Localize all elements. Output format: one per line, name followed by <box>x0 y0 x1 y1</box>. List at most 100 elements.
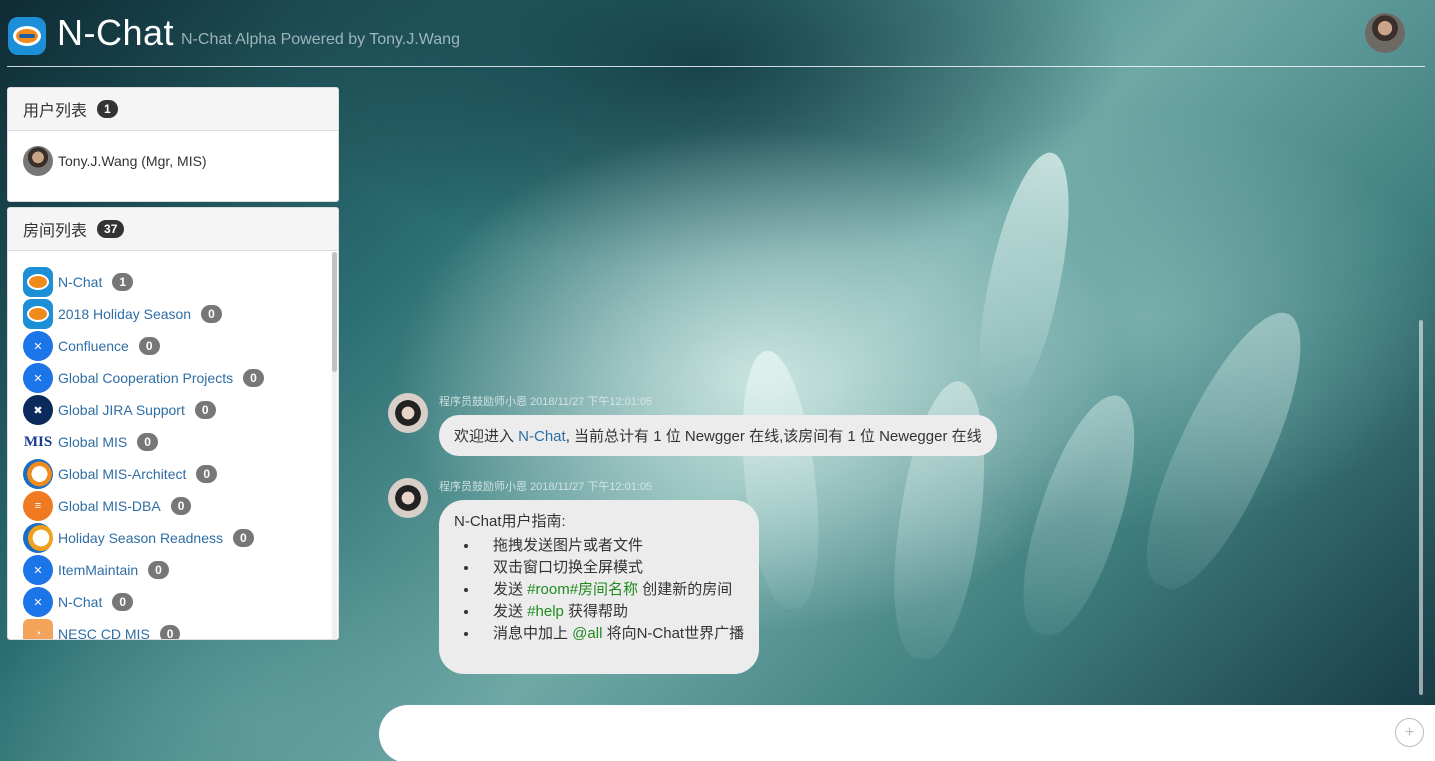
room-link[interactable]: N-Chat <box>518 428 566 445</box>
user-list-title: 用户列表 <box>23 103 88 120</box>
n-chat-logo-icon <box>8 17 46 55</box>
user-name: Tony.J.Wang (Mgr, MIS) <box>58 153 207 169</box>
room-online-count: 0 <box>196 465 218 483</box>
room-online-count: 0 <box>137 433 158 451</box>
room-list-title: 房间列表 <box>23 223 88 240</box>
room-name: Global MIS <box>58 434 128 450</box>
room-online-count: 0 <box>159 625 181 639</box>
guide-text: 双击窗口切换全屏模式 <box>493 559 644 576</box>
room-item[interactable]: ≡ Global MIS-DBA 0 <box>8 490 338 522</box>
room-name: NESC CD MIS <box>58 626 150 640</box>
guide-item: 发送 #room#房间名称 创建新的房间 <box>479 579 744 601</box>
message-input[interactable] <box>409 719 1369 749</box>
room-item[interactable]: 2018 Holiday Season 0 <box>8 298 338 330</box>
message-text: 欢迎进入 <box>454 428 519 445</box>
room-name: Global JIRA Support <box>58 402 185 418</box>
app-title: N-Chat <box>57 12 175 53</box>
guide-item: 双击窗口切换全屏模式 <box>479 557 744 579</box>
room-name: Confluence <box>58 338 129 354</box>
room-online-count: 0 <box>148 561 169 579</box>
message-time: 2018/11/27 下午12:01:05 <box>530 396 653 408</box>
background-petal <box>1003 383 1157 647</box>
room-online-count: 0 <box>233 529 254 547</box>
room-name: 2018 Holiday Season <box>58 306 192 322</box>
guide-title: N-Chat用户指南: <box>454 513 566 530</box>
room-list-header: 房间列表 37 <box>8 208 338 251</box>
confluence-icon: ✕ <box>23 555 53 585</box>
user-list-header: 用户列表 1 <box>8 88 338 131</box>
background-petal <box>963 145 1087 415</box>
room-online-count: 0 <box>170 497 192 515</box>
guide-command: @all <box>572 625 603 642</box>
user-list-item[interactable]: Tony.J.Wang (Mgr, MIS) <box>8 131 338 191</box>
room-online-count: 0 <box>201 305 222 323</box>
room-item[interactable]: ◔ NESC CD MIS 0 <box>8 618 338 640</box>
database-icon: ≡ <box>23 491 53 521</box>
ship-icon <box>23 523 53 553</box>
guide-text: 将向N-Chat世界广播 <box>602 625 745 642</box>
guide-text: 拖拽发送图片或者文件 <box>493 537 644 554</box>
guide-command: #help <box>527 603 564 620</box>
guide-item: 发送 #help 获得帮助 <box>479 601 744 623</box>
guide-text: 获得帮助 <box>563 603 629 620</box>
room-online-count: 0 <box>138 337 160 355</box>
room-item[interactable]: N-Chat 1 <box>8 266 338 298</box>
user-count-badge: 1 <box>97 100 118 118</box>
sender-name: 程序员鼓励师小恩 <box>439 481 527 493</box>
room-name: Global MIS-DBA <box>58 498 161 514</box>
guide-command: #room#房间名称 <box>527 581 639 598</box>
room-online-count: 0 <box>194 401 216 419</box>
room-item[interactable]: MIS Global MIS 0 <box>8 426 338 458</box>
room-item[interactable]: ✖ Global JIRA Support 0 <box>8 394 338 426</box>
n-chat-logo-icon <box>23 299 53 329</box>
message-bubble: N-Chat用户指南: 拖拽发送图片或者文件 双击窗口切换全屏模式 发送 #ro… <box>439 500 760 674</box>
message-meta: 程序员鼓励师小恩 2018/11/27 下午12:01:05 <box>439 393 652 409</box>
user-avatar-icon[interactable] <box>1365 13 1405 53</box>
message-meta: 程序员鼓励师小恩 2018/11/27 下午12:01:05 <box>439 478 652 494</box>
guide-text: 消息中加上 <box>493 625 573 642</box>
guide-text: 发送 <box>493 581 528 598</box>
room-item[interactable]: ✕ N-Chat 0 <box>8 586 338 618</box>
background-petal <box>1120 295 1330 605</box>
confluence-icon: ✕ <box>23 331 53 361</box>
n-chat-logo-icon <box>23 267 53 297</box>
user-list-panel: 用户列表 1 Tony.J.Wang (Mgr, MIS) <box>7 87 339 202</box>
jira-icon: ✖ <box>23 395 53 425</box>
room-item[interactable]: Holiday Season Readness 0 <box>8 522 338 554</box>
mis-icon: MIS <box>23 427 53 457</box>
guide-text: 创建新的房间 <box>638 581 733 598</box>
message-composer <box>379 705 1435 761</box>
rss-icon: ◔ <box>23 619 53 639</box>
room-item[interactable]: Global MIS-Architect 0 <box>8 458 338 490</box>
room-online-count: 0 <box>243 369 264 387</box>
room-list: N-Chat 1 2018 Holiday Season 0 ✕ Conflue… <box>8 252 338 639</box>
room-name: N-Chat <box>58 594 103 610</box>
sender-avatar-icon[interactable] <box>388 478 428 518</box>
message-text: , 当前总计有 1 位 Newgger 在线,该房间有 1 位 Newegger… <box>565 428 982 445</box>
chat-scrollbar[interactable] <box>1419 320 1423 695</box>
sender-name: 程序员鼓励师小恩 <box>439 396 527 408</box>
room-name: ItemMaintain <box>58 562 139 578</box>
confluence-icon: ✕ <box>23 587 53 617</box>
room-name: N-Chat <box>58 274 103 290</box>
sender-avatar-icon[interactable] <box>388 393 428 433</box>
app-subtitle: N-Chat Alpha Powered by Tony.J.Wang <box>181 31 460 48</box>
room-name: Global MIS-Architect <box>58 466 187 482</box>
room-item[interactable]: ✕ Confluence 0 <box>8 330 338 362</box>
guide-item: 消息中加上 @all 将向N-Chat世界广播 <box>479 623 744 645</box>
plus-icon[interactable]: + <box>1395 718 1424 747</box>
guide-item: 拖拽发送图片或者文件 <box>479 535 744 557</box>
room-list-panel: 房间列表 37 N-Chat 1 2018 Holiday Season 0 ✕… <box>7 207 339 640</box>
header-divider <box>7 66 1425 67</box>
room-item[interactable]: ✕ Global Cooperation Projects 0 <box>8 362 338 394</box>
app-header: N-Chat N-Chat Alpha Powered by Tony.J.Wa… <box>0 0 1435 68</box>
architect-icon <box>23 459 53 489</box>
room-online-count: 1 <box>112 273 134 291</box>
room-item[interactable]: ✕ ItemMaintain 0 <box>8 554 338 586</box>
guide-text: 发送 <box>493 603 528 620</box>
confluence-icon: ✕ <box>23 363 53 393</box>
room-list-scrollbar-thumb[interactable] <box>332 252 337 372</box>
message-bubble: 欢迎进入 N-Chat, 当前总计有 1 位 Newgger 在线,该房间有 1… <box>439 415 997 456</box>
room-name: Holiday Season Readness <box>58 530 223 546</box>
room-name: Global Cooperation Projects <box>58 370 234 386</box>
